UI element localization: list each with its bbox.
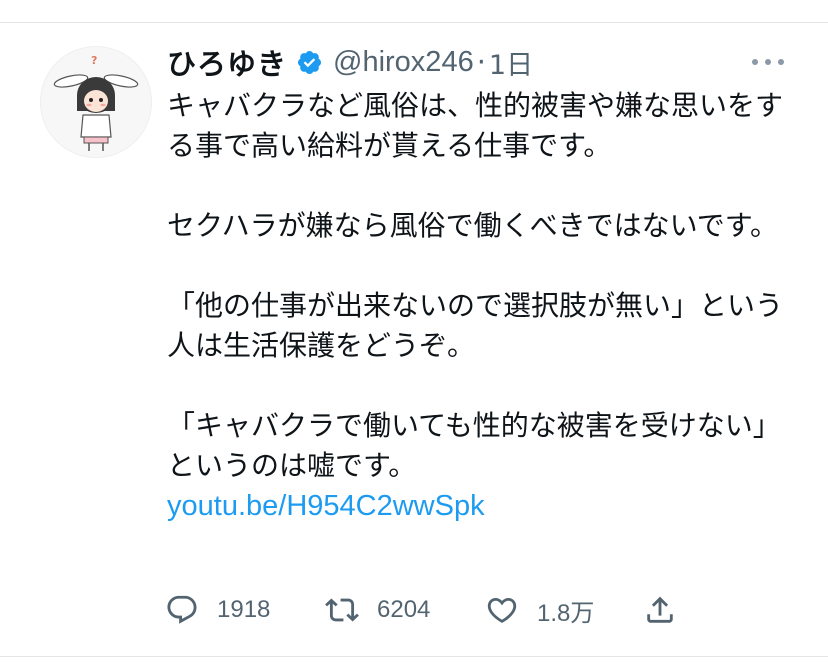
- retweet-count: 6204: [377, 596, 431, 623]
- more-dot: [778, 59, 784, 65]
- retweet-button[interactable]: 6204: [325, 590, 430, 630]
- tweet-header: ひろゆき @hirox246 · 1日: [167, 40, 533, 84]
- timestamp[interactable]: 1日: [489, 43, 533, 82]
- tweet-paragraph: 「他の仕事が出来ないので選択肢が無い」という人は生活保護をどうぞ。: [167, 289, 784, 362]
- avatar-illustration: ?: [41, 47, 151, 157]
- avatar[interactable]: ?: [40, 46, 152, 158]
- more-options-icon[interactable]: [752, 50, 784, 74]
- divider: [0, 22, 828, 23]
- reply-button[interactable]: 1918: [165, 590, 270, 630]
- divider: [0, 656, 828, 657]
- like-button[interactable]: 1.8万: [485, 590, 594, 630]
- share-button[interactable]: [643, 590, 677, 630]
- retweet-icon: [325, 593, 359, 627]
- share-icon: [643, 593, 677, 627]
- tweet-text: キャバクラなど風俗は、性的被害や嫌な思いをする事で高い給料が貰える仕事です。 セ…: [167, 86, 797, 526]
- more-dot: [752, 59, 758, 65]
- heart-icon: [485, 593, 519, 627]
- reply-count: 1918: [217, 596, 271, 623]
- tweet-screen: ? ひろゆき @hirox246 · 1日 キャバクラなど風俗は、性的被害や嫌な…: [0, 0, 828, 665]
- tweet-paragraph: 「キャバクラで働いても性的な被害を受けない」というのは嘘です。: [167, 409, 781, 482]
- more-dot: [765, 59, 771, 65]
- separator: ·: [476, 45, 486, 79]
- reply-icon: [165, 593, 199, 627]
- like-count: 1.8万: [537, 599, 595, 627]
- tweet-paragraph: キャバクラなど風俗は、性的被害や嫌な思いをする事で高い給料が貰える仕事です。: [167, 89, 784, 162]
- svg-text:?: ?: [91, 54, 97, 67]
- display-name[interactable]: ひろゆき: [167, 41, 287, 83]
- tweet-paragraph: セクハラが嫌なら風俗で働くべきではないです。: [167, 209, 778, 242]
- verified-badge-icon: [296, 49, 323, 76]
- user-handle[interactable]: @hirox246: [333, 46, 474, 79]
- tweet-link[interactable]: youtu.be/H954C2wwSpk: [167, 486, 797, 526]
- tweet-actions: 1918 6204 1.8万: [165, 590, 725, 630]
